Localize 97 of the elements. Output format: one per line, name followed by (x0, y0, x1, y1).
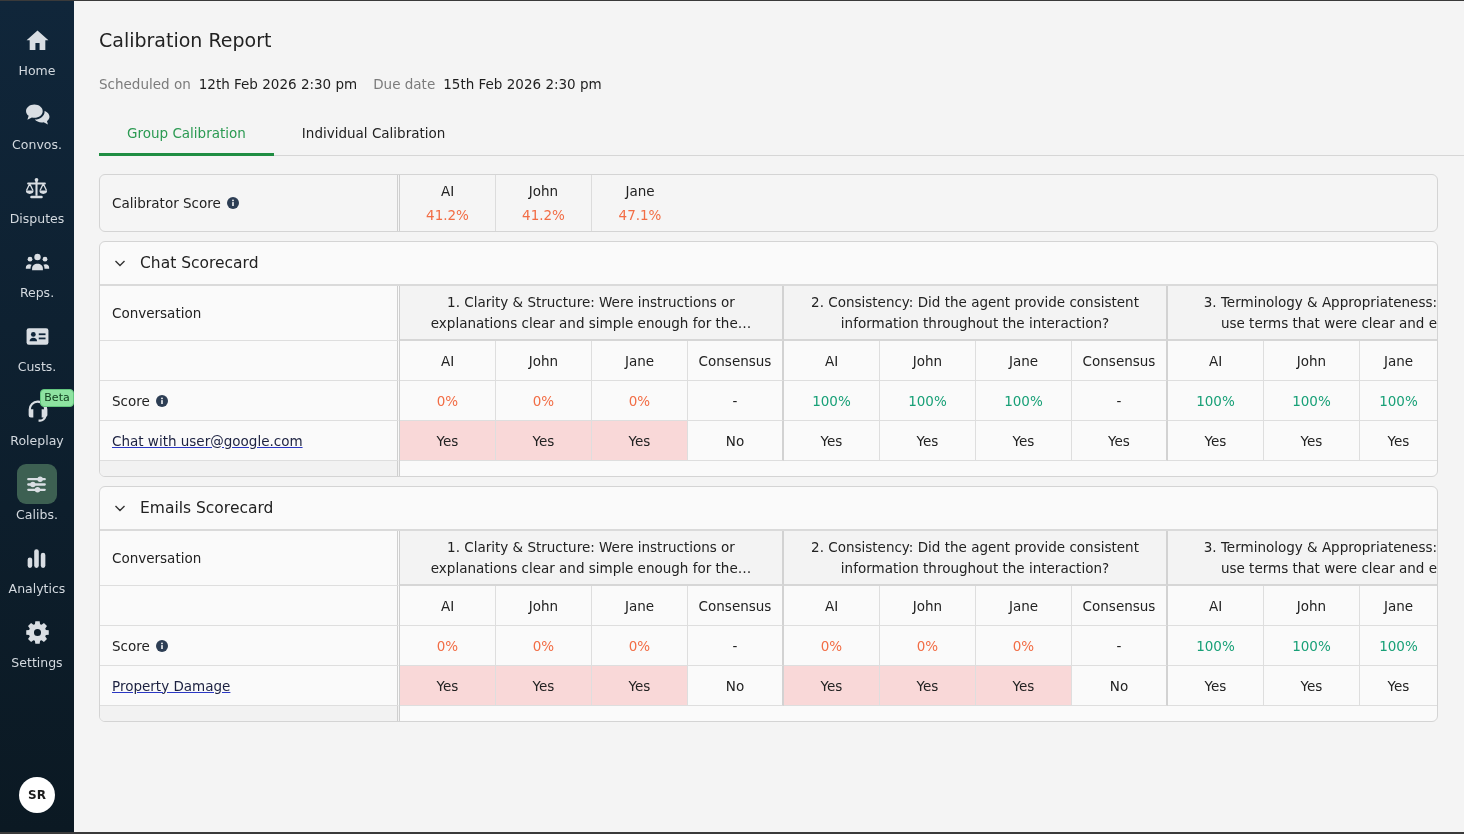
column-header: John (496, 586, 592, 626)
row-label: Score (112, 637, 150, 654)
table-cell: 100% (880, 381, 976, 421)
table-cell: Yes (592, 666, 688, 706)
table-cell: Yes (1168, 421, 1264, 461)
page-title: Calibration Report (99, 28, 273, 53)
table-cell: No (688, 421, 784, 461)
table-cell: Yes (784, 421, 880, 461)
column-header: Jane (976, 586, 1072, 626)
sidebar-item[interactable]: Settings (11, 612, 63, 670)
table-cell: Yes (1168, 666, 1264, 706)
info-icon (155, 394, 168, 407)
row-label: Score (112, 392, 150, 409)
sidebar-item[interactable]: Custs. (17, 316, 57, 374)
question-header: 2. Consistency: Did the agent provide consistent information throughout the interaction? (784, 286, 1168, 341)
conversation-link[interactable]: Property Damage (112, 677, 231, 694)
column-header: AI (1168, 341, 1264, 381)
sidebar-item[interactable]: Analytics (8, 538, 66, 596)
table-cell: 100% (1168, 381, 1264, 421)
meta-value: 15th Feb 2026 2:30 pm (443, 75, 602, 94)
scorecard-title: Chat Scorecard (140, 254, 259, 272)
info-icon (155, 639, 168, 652)
calibrator-score: 47.1% (618, 206, 662, 225)
column-header: Jane (592, 586, 688, 626)
question-header: 1. Clarity & Structure: Were instructions or explanations clear and simple enough for the… (400, 286, 784, 341)
table-cell: No (1072, 666, 1168, 706)
sidebar-item[interactable]: Reps. (17, 242, 57, 300)
question-header: 2. Consistency: Did the agent provide consistent information throughout the interaction? (784, 531, 1168, 586)
table-cell: Yes (1360, 421, 1437, 461)
table-cell: Yes (400, 421, 496, 461)
column-header: AI (400, 341, 496, 381)
table-cell: 100% (976, 381, 1072, 421)
column-header: John (880, 341, 976, 381)
calibrator-name: Jane (625, 182, 655, 201)
table-cell: Yes (880, 666, 976, 706)
user-avatar[interactable]: SR (19, 777, 55, 813)
table-cell: Yes (1072, 421, 1168, 461)
table-cell: Yes (976, 666, 1072, 706)
sidebar-item[interactable]: Convos. (12, 94, 62, 152)
table-cell: - (1072, 381, 1168, 421)
calibrator-name: AI (440, 182, 455, 201)
sidebar-item[interactable]: Home (17, 20, 57, 78)
column-header: Jane (976, 341, 1072, 381)
question-header: 3. Terminology & Appropriateness: use terms that were clear and e (1168, 531, 1437, 586)
meta-label: Due date (373, 75, 436, 94)
column-header: AI (1168, 586, 1264, 626)
table-cell: Yes (976, 421, 1072, 461)
table-cell: 100% (1168, 626, 1264, 666)
table-cell: Yes (1264, 421, 1360, 461)
column-header: Consensus (1072, 341, 1168, 381)
settings-icon (24, 619, 50, 645)
question-header: 1. Clarity & Structure: Were instructions or explanations clear and simple enough for the… (400, 531, 784, 586)
column-header: Consensus (1072, 586, 1168, 626)
table-cell: 100% (1264, 381, 1360, 421)
column-header: John (1264, 341, 1360, 381)
column-header: Jane (1360, 341, 1437, 381)
info-icon (226, 197, 239, 209)
question-header: 3. Terminology & Appropriateness: use terms that were clear and e (1168, 286, 1437, 341)
table-cell: Yes (880, 421, 976, 461)
column-header: John (1264, 586, 1360, 626)
table-cell: 100% (784, 381, 880, 421)
column-header: John (496, 341, 592, 381)
table-cell: Yes (784, 666, 880, 706)
table-cell: Yes (400, 666, 496, 706)
meta-value: 12th Feb 2026 2:30 pm (198, 75, 358, 94)
column-header: Consensus (688, 586, 784, 626)
conversation-link[interactable]: Chat with user@google.com (112, 432, 303, 449)
table-cell: 100% (1264, 626, 1360, 666)
calibrator-score: 41.2% (426, 206, 469, 225)
scorecard-title: Emails Scorecard (140, 499, 274, 517)
scale-icon (24, 175, 50, 201)
column-header: John (880, 586, 976, 626)
table-cell: - (1072, 626, 1168, 666)
table-cell: Yes (496, 421, 592, 461)
calibrator-score: 41.2% (522, 206, 565, 225)
table-cell: Yes (1360, 666, 1437, 706)
row-label: Calibrator Score (112, 195, 221, 211)
column-header: Consensus (688, 341, 784, 381)
calibrator-name: John (528, 182, 559, 201)
table-cell: 100% (1360, 626, 1437, 666)
tab[interactable]: Individual Calibration (273, 112, 474, 156)
table-cell: Yes (592, 421, 688, 461)
column-header: AI (784, 586, 880, 626)
beta-badge: Beta (40, 389, 74, 407)
column-header: Jane (1360, 586, 1437, 626)
column-header: AI (784, 341, 880, 381)
table-cell: - (688, 381, 784, 421)
sliders-icon (17, 464, 57, 504)
column-header: Jane (592, 341, 688, 381)
column-header: AI (400, 586, 496, 626)
table-cell: Yes (1264, 666, 1360, 706)
table-cell: - (688, 626, 784, 666)
sidebar-item[interactable]: Calibs. (16, 464, 58, 522)
table-cell: Yes (496, 666, 592, 706)
meta-label: Scheduled on (99, 75, 191, 94)
sidebar-item[interactable]: Disputes (9, 168, 65, 226)
table-cell: 100% (1360, 381, 1437, 421)
